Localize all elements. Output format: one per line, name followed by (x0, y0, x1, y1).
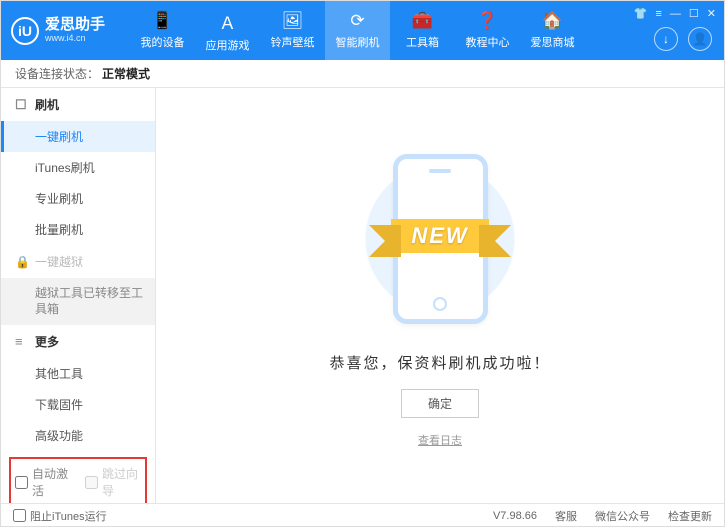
skipguide-input (85, 476, 98, 489)
minimize-button[interactable]: — (670, 8, 681, 20)
tab-ringtones[interactable]: 🖼铃声壁纸 (260, 1, 325, 60)
more-icon: ≡ (15, 334, 29, 349)
tab-my-device[interactable]: 📱我的设备 (130, 1, 195, 60)
footer-link-update[interactable]: 检查更新 (668, 508, 712, 524)
activation-options-highlight: 自动激活 跳过向导 (9, 457, 147, 503)
tab-toolbox[interactable]: 🧰工具箱 (390, 1, 455, 60)
download-button[interactable]: ↓ (654, 27, 678, 51)
app-url: www.i4.cn (45, 34, 105, 44)
tab-store[interactable]: 🏠爱思商城 (520, 1, 585, 60)
jailbreak-note: 越狱工具已转移至工具箱 (1, 278, 155, 325)
success-message: 恭喜您，保资料刷机成功啦！ (329, 352, 550, 373)
help-icon: ❓ (477, 11, 498, 31)
sidebar-item-other-tools[interactable]: 其他工具 (1, 358, 155, 389)
sidebar-item-oneclick-flash[interactable]: 一键刷机 (1, 121, 155, 152)
block-itunes-checkbox[interactable]: 阻止iTunes运行 (13, 508, 107, 524)
app-title: 爱思助手 (45, 17, 105, 34)
sidebar-section-flash[interactable]: ☐ 刷机 (1, 88, 155, 121)
tab-flash[interactable]: ⟳智能刷机 (325, 1, 390, 60)
footer-link-support[interactable]: 客服 (555, 508, 577, 524)
content-area: NEW 恭喜您，保资料刷机成功啦！ 确定 查看日志 (156, 88, 724, 503)
user-button[interactable]: 👤 (688, 27, 712, 51)
sidebar-item-download-firmware[interactable]: 下载固件 (1, 389, 155, 420)
toolbox-icon: 🧰 (412, 11, 433, 31)
device-icon: 📱 (152, 11, 173, 31)
nav-tabs: 📱我的设备 Ａ应用游戏 🖼铃声壁纸 ⟳智能刷机 🧰工具箱 ❓教程中心 🏠爱思商城 (130, 1, 585, 60)
tab-apps[interactable]: Ａ应用游戏 (195, 1, 260, 60)
logo: iU 爱思助手 www.i4.cn (11, 17, 105, 45)
confirm-button[interactable]: 确定 (401, 389, 479, 418)
sidebar-item-advanced[interactable]: 高级功能 (1, 420, 155, 451)
wallpaper-icon: 🖼 (282, 11, 304, 31)
maximize-button[interactable]: ☐ (689, 7, 699, 20)
footer: 阻止iTunes运行 V7.98.66 客服 微信公众号 检查更新 (1, 503, 724, 527)
status-label: 设备连接状态： (15, 65, 99, 82)
sidebar: ☐ 刷机 一键刷机 iTunes刷机 专业刷机 批量刷机 🔒 一键越狱 越狱工具… (1, 88, 156, 503)
sidebar-item-pro-flash[interactable]: 专业刷机 (1, 183, 155, 214)
checkbox-skipguide[interactable]: 跳过向导 (85, 465, 141, 499)
menu-icon[interactable]: ≡ (655, 8, 661, 20)
lock-icon: 🔒 (15, 255, 29, 269)
skin-icon[interactable]: 👕 (634, 7, 648, 20)
store-icon: 🏠 (542, 11, 563, 31)
status-bar: 设备连接状态： 正常模式 (1, 60, 724, 88)
view-log-link[interactable]: 查看日志 (418, 432, 462, 448)
flash-section-icon: ☐ (15, 97, 29, 113)
status-value: 正常模式 (102, 65, 150, 82)
sidebar-item-itunes-flash[interactable]: iTunes刷机 (1, 152, 155, 183)
sidebar-section-more[interactable]: ≡ 更多 (1, 325, 155, 358)
checkbox-autoactivate[interactable]: 自动激活 (15, 465, 71, 499)
sidebar-section-jailbreak: 🔒 一键越狱 (1, 245, 155, 278)
apps-icon: Ａ (219, 9, 236, 34)
footer-link-wechat[interactable]: 微信公众号 (595, 508, 650, 524)
close-button[interactable]: ✕ (707, 7, 716, 20)
flash-icon: ⟳ (350, 11, 364, 31)
new-ribbon: NEW (391, 219, 488, 253)
sidebar-item-batch-flash[interactable]: 批量刷机 (1, 214, 155, 245)
tab-tutorials[interactable]: ❓教程中心 (455, 1, 520, 60)
app-header: iU 爱思助手 www.i4.cn 📱我的设备 Ａ应用游戏 🖼铃声壁纸 ⟳智能刷… (1, 1, 724, 60)
autoactivate-input[interactable] (15, 476, 28, 489)
version-label: V7.98.66 (493, 510, 537, 522)
success-illustration: NEW (360, 144, 520, 334)
logo-icon: iU (11, 17, 39, 45)
block-itunes-input[interactable] (13, 509, 26, 522)
